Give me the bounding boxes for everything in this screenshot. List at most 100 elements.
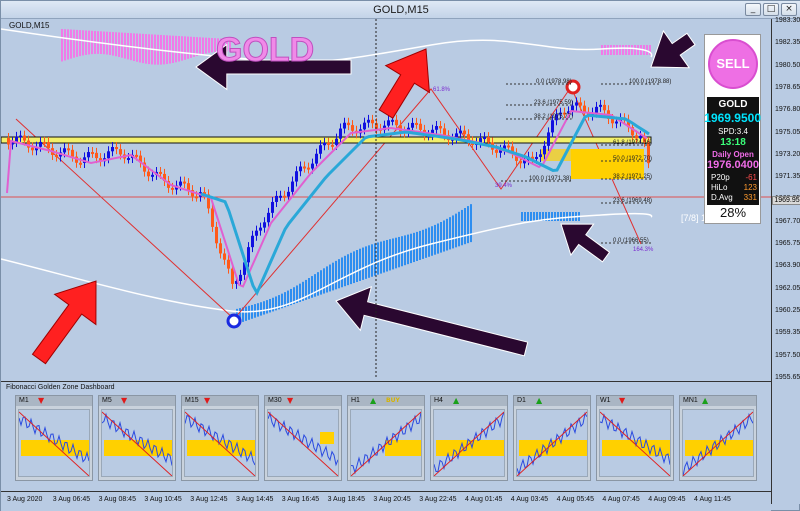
arrow-down-icon: ▼	[204, 396, 211, 405]
candle-bull	[87, 152, 90, 158]
info-row-davg: D.Avg 331	[711, 193, 757, 202]
time-tick: 3 Aug 14:45	[236, 496, 274, 503]
timeframe-card-mn1[interactable]: MN1 ▲	[679, 395, 757, 481]
arrow-down-icon: ▼	[287, 396, 294, 405]
timeframe-label: H4	[434, 397, 443, 404]
price-tick: 1960.25	[775, 306, 800, 314]
candle-bear	[171, 187, 174, 190]
cloud-bar-blue	[470, 204, 472, 243]
time-tick: 3 Aug 18:45	[327, 496, 365, 503]
cloud-bar-blue	[326, 266, 328, 293]
close-button[interactable]: ×	[781, 3, 797, 16]
timeframe-card-h4[interactable]: H4 ▲	[430, 395, 508, 481]
candle-bull	[127, 158, 130, 161]
candle-bull	[363, 122, 366, 130]
candle-bull	[459, 130, 462, 134]
candle-bull	[483, 137, 486, 140]
timeframe-mini-chart	[267, 409, 339, 477]
candle-bear	[91, 152, 94, 155]
timeframe-card-header: H4 ▲	[431, 396, 507, 406]
low-marker	[226, 313, 242, 329]
main-chart[interactable]: 0.0 (1978.98) 100.0 (1978.88) 23.6 (1975.5…	[1, 19, 771, 379]
candle-bull	[259, 227, 262, 231]
candle-bear	[7, 138, 10, 145]
timeframe-card-m5[interactable]: M5 ▼	[98, 395, 176, 481]
candle-bull	[387, 120, 390, 126]
minimize-button[interactable]: _	[745, 3, 761, 16]
arrow-down-icon: ▼	[619, 396, 626, 405]
mini-golden-zone	[519, 440, 587, 456]
candle-bull	[255, 230, 258, 236]
candle-bull	[639, 135, 642, 139]
cloud-bar-pink	[211, 38, 213, 53]
cloud-bar-blue	[557, 212, 559, 221]
cloud-bar-blue	[467, 206, 469, 244]
candle-bear	[347, 122, 350, 126]
candle-bear	[47, 142, 50, 149]
candle-bear	[31, 147, 34, 151]
cloud-bar-blue	[455, 213, 457, 248]
fib-level-label: 61.8 (1974.16)	[613, 140, 652, 146]
cloud-bar-blue	[392, 238, 394, 270]
candle-bull	[107, 151, 110, 159]
candle-bear	[55, 154, 58, 157]
cloud-bar-blue	[428, 227, 430, 257]
info-spread: SPD:3.4	[718, 127, 748, 136]
candle-bull	[539, 154, 542, 157]
candles	[7, 97, 650, 289]
fib-level-label: 38.2 (1971.25)	[613, 174, 652, 180]
candle-bear	[159, 171, 162, 174]
golden-zone-dashboard: Fibonacci Golden Zone Dashboard M1 ▼ M5 ▼ M1…	[1, 381, 771, 491]
cloud-bar-pink	[88, 30, 90, 55]
candle-bear	[439, 126, 442, 129]
time-axis[interactable]: 3 Aug 2020 3 Aug 06:45 3 Aug 08:45 3 Aug 10…	[1, 491, 771, 511]
price-tick: 1976.80	[775, 106, 800, 114]
timeframe-mini-chart	[184, 409, 256, 477]
cloud-bar-pink	[619, 45, 621, 55]
timeframe-card-m15[interactable]: M15 ▼	[181, 395, 259, 481]
fib-level-label: 38.2 (1975.77)	[534, 114, 573, 120]
cloud-bar-pink	[604, 45, 606, 55]
main-chart-canvas[interactable]: 0.0 (1978.98) 100.0 (1978.88) 23.6 (1975.5…	[1, 19, 771, 379]
info-bid-price: 1969.9500	[704, 111, 761, 125]
arrow-down-icon: ▼	[121, 396, 128, 405]
cloud-bar-pink	[205, 37, 207, 54]
mini-golden-zone	[385, 440, 421, 456]
candle-bull	[251, 235, 254, 248]
cloud-bar-pink	[634, 45, 636, 55]
price-axis[interactable]: 1983.30 1982.35 1980.50 1978.65 1976.80 1975.…	[771, 17, 800, 504]
cloud-bar-blue	[383, 240, 385, 273]
fib-level-label: 0.0 (1978.98)	[536, 79, 572, 85]
cloud-bar-pink	[625, 45, 627, 55]
title-bar[interactable]: GOLD,M15 _ □ ×	[1, 1, 800, 19]
cloud-bar-blue	[536, 212, 538, 221]
timeframe-card-m1[interactable]: M1 ▼	[15, 395, 93, 481]
timeframe-card-h1[interactable]: H1 ▲ BUY	[347, 395, 425, 481]
candle-bear	[223, 253, 226, 260]
timeframe-label: M1	[19, 397, 29, 404]
maximize-button[interactable]: □	[763, 3, 779, 16]
arrow-up-icon: ▲	[536, 396, 543, 405]
cloud-bar-blue	[347, 254, 349, 286]
cloud-bar-blue	[554, 212, 556, 221]
cloud-bar-blue	[365, 246, 367, 279]
timeframe-mini-chart	[18, 409, 90, 477]
cloud-bar-blue	[401, 236, 403, 267]
cloud-bar-blue	[560, 212, 562, 221]
candle-bull	[367, 119, 370, 123]
candle-bull	[575, 102, 578, 106]
time-tick: 4 Aug 01:45	[465, 496, 503, 503]
timeframe-card-w1[interactable]: W1 ▼	[596, 395, 674, 481]
cloud-bar-blue	[410, 233, 412, 264]
cloud-bar-blue	[449, 217, 451, 250]
timeframe-mini-chart	[682, 409, 754, 477]
timeframe-card-d1[interactable]: D1 ▲	[513, 395, 591, 481]
cloud-bar-blue	[368, 245, 370, 278]
arrow-up-icon: ▲	[702, 396, 709, 405]
timeframe-card-m30[interactable]: M30 ▼	[264, 395, 342, 481]
cloud-bar-blue	[446, 218, 448, 251]
candle-bull	[267, 212, 270, 223]
fib-level-label: 100.0 (1971.38)	[529, 176, 571, 182]
sell-signal-badge[interactable]: SELL	[708, 39, 758, 89]
cloud-bar-blue	[437, 223, 439, 254]
